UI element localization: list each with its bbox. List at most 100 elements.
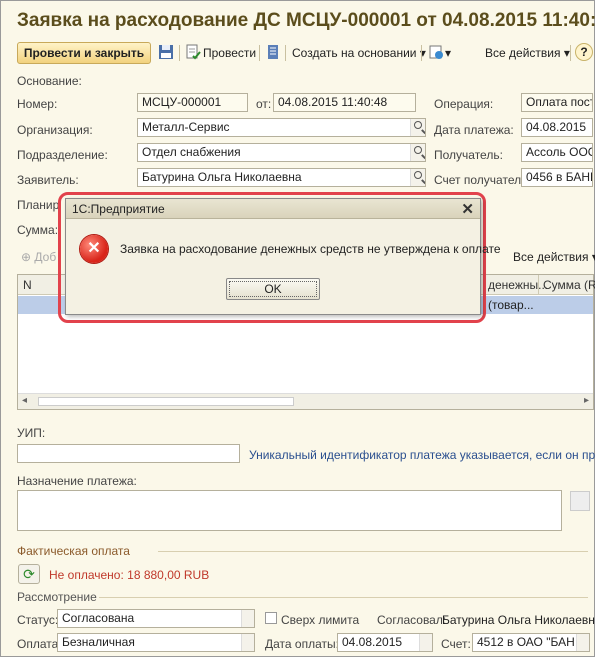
organization-search-button[interactable] xyxy=(410,119,425,136)
payment-method-value: Безналичная xyxy=(62,635,135,649)
department-search-button[interactable] xyxy=(410,144,425,161)
section-divider xyxy=(158,551,588,552)
horizontal-scrollbar[interactable]: ◂ ▸ xyxy=(18,393,593,409)
document-window: Заявка на расходование ДС МСЦУ-000001 от… xyxy=(0,0,595,657)
payment-date-label: Дата платежа: xyxy=(434,123,514,137)
error-dialog: 1С:Предприятие ✕ ✕ Заявка на расходовани… xyxy=(65,198,501,315)
review-title: Рассмотрение xyxy=(17,590,97,604)
paid-date-label: Дата оплаты: xyxy=(265,637,339,651)
toolbar-separator xyxy=(570,45,571,61)
status-label: Статус: xyxy=(17,613,59,627)
organization-label: Организация: xyxy=(17,123,93,137)
date-field[interactable]: 04.08.2015 11:40:48 xyxy=(273,93,416,112)
dialog-title: 1С:Предприятие xyxy=(72,202,165,216)
organization-field[interactable]: Металл-Сервис xyxy=(137,118,426,137)
close-icon[interactable]: ✕ xyxy=(461,200,474,220)
toolbar: Провести и закрыть Провести Создать на о… xyxy=(1,39,595,67)
payment-method-field[interactable]: Безналичная xyxy=(57,633,255,652)
department-field[interactable]: Отдел снабжения xyxy=(137,143,426,162)
operation-field[interactable]: Оплата поставщику xyxy=(521,93,593,112)
paid-date-field[interactable]: 04.08.2015 xyxy=(337,633,433,652)
operation-label: Операция: xyxy=(434,97,494,111)
post-document-icon[interactable] xyxy=(185,44,201,60)
sum-label: Сумма: xyxy=(17,223,59,237)
status-value: Согласована xyxy=(62,611,135,625)
section-divider xyxy=(99,597,588,598)
error-x-glyph: ✕ xyxy=(87,240,101,257)
number-field[interactable]: МСЦУ-000001 xyxy=(137,93,248,112)
over-limit-label: Сверх лимита xyxy=(281,613,360,627)
applicant-search-button[interactable] xyxy=(410,169,425,186)
recipient-label: Получатель: xyxy=(434,148,503,162)
basis-label: Основание: xyxy=(17,74,82,88)
payment-method-select-button[interactable] xyxy=(241,634,254,651)
search-icon xyxy=(414,146,422,154)
status-field[interactable]: Согласована xyxy=(57,609,255,628)
add-row-button[interactable]: ⊕ Доб xyxy=(21,250,56,264)
approved-by-value: Батурина Ольга Николаевна xyxy=(442,613,595,627)
column-header-sum[interactable]: Сумма (RU xyxy=(543,278,595,292)
department-value: Отдел снабжения xyxy=(142,145,241,159)
actual-payment-title: Фактическая оплата xyxy=(17,544,130,558)
scrollbar-thumb[interactable] xyxy=(38,397,294,406)
invoice-value: 4512 в ОАО "БАН xyxy=(477,635,575,649)
uip-field[interactable] xyxy=(17,444,240,463)
journal-icon[interactable] xyxy=(265,44,281,60)
invoice-field[interactable]: 4512 в ОАО "БАН xyxy=(472,633,590,652)
dialog-title-bar: 1С:Предприятие ✕ xyxy=(66,199,480,219)
table-cell-cash: (товар... xyxy=(488,298,534,312)
department-label: Подразделение: xyxy=(17,148,108,162)
scroll-left-icon[interactable]: ◂ xyxy=(22,395,27,406)
post-and-close-button[interactable]: Провести и закрыть xyxy=(17,42,151,64)
payment-date-field[interactable]: 04.08.2015 xyxy=(521,118,593,137)
add-icon: ⊕ xyxy=(21,250,32,264)
invoice-label: Счет: xyxy=(441,637,471,651)
column-header-cash[interactable]: денежны... xyxy=(488,278,548,292)
paid-date-value: 04.08.2015 xyxy=(342,635,403,649)
error-icon: ✕ xyxy=(80,235,108,263)
refresh-icon: ⟳ xyxy=(23,566,35,582)
help-icon[interactable]: ? xyxy=(575,43,593,61)
all-actions-menu[interactable]: Все действия ▾ xyxy=(485,45,570,61)
column-divider xyxy=(538,275,539,295)
recipient-account-label: Счет получателя: xyxy=(434,173,531,187)
purpose-textarea[interactable] xyxy=(17,490,562,531)
organization-value: Металл-Сервис xyxy=(142,120,230,134)
uip-hint: Уникальный идентификатор платежа указыва… xyxy=(249,448,595,462)
report-icon[interactable] xyxy=(428,44,444,60)
calendar-icon[interactable] xyxy=(419,634,432,651)
refresh-button[interactable]: ⟳ xyxy=(18,564,40,584)
scroll-right-icon[interactable]: ▸ xyxy=(584,395,589,406)
planned-label: Планир xyxy=(17,198,60,212)
templates-icon[interactable] xyxy=(570,491,590,511)
date-from-label: от: xyxy=(256,97,272,111)
search-icon xyxy=(414,121,422,129)
ok-button[interactable]: OK xyxy=(226,278,320,300)
dialog-message: Заявка на расходование денежных средств … xyxy=(120,242,501,256)
over-limit-checkbox[interactable] xyxy=(265,612,277,624)
toolbar-separator xyxy=(259,45,260,61)
add-row-label: Доб xyxy=(34,250,57,264)
create-based-on-label: Создать на основании xyxy=(292,46,417,60)
table-all-actions-label: Все действия xyxy=(513,250,589,264)
payment-method-label: Оплата: xyxy=(17,637,62,651)
uip-label: УИП: xyxy=(17,426,46,440)
column-header-n[interactable]: N xyxy=(23,278,32,292)
invoice-select-button[interactable] xyxy=(576,634,589,651)
report-dropdown-arrow-icon[interactable]: ▾ xyxy=(445,45,451,61)
all-actions-label: Все действия xyxy=(485,46,561,60)
post-button[interactable]: Провести xyxy=(203,45,256,61)
window-title: Заявка на расходование ДС МСЦУ-000001 от… xyxy=(17,10,595,31)
save-icon[interactable] xyxy=(158,44,174,60)
table-all-actions-menu[interactable]: Все действия ▾ xyxy=(513,250,595,264)
applicant-field[interactable]: Батурина Ольга Николаевна xyxy=(137,168,426,187)
status-select-button[interactable] xyxy=(241,610,254,627)
applicant-value: Батурина Ольга Николаевна xyxy=(142,170,302,184)
approved-by-label: Согласовал: xyxy=(377,613,447,627)
purpose-label: Назначение платежа: xyxy=(17,474,137,488)
payment-status-text: Не оплачено: 18 880,00 RUB xyxy=(49,568,210,582)
create-based-on-menu[interactable]: Создать на основании ▾ xyxy=(292,45,426,61)
applicant-label: Заявитель: xyxy=(17,173,79,187)
recipient-field[interactable]: Ассоль ООО xyxy=(521,143,593,162)
recipient-account-field[interactable]: 0456 в БАНК xyxy=(521,168,593,187)
